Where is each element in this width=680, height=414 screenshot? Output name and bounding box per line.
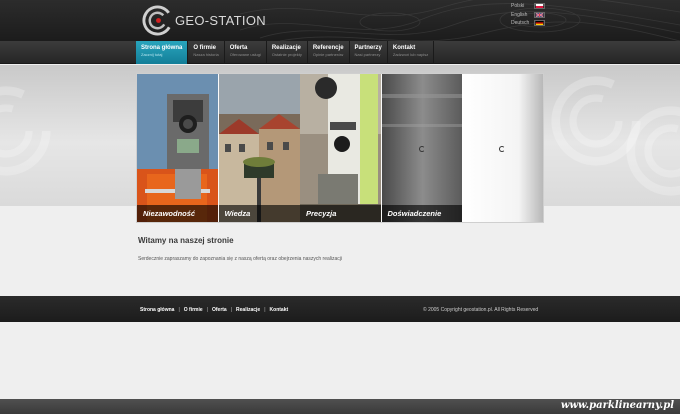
footer-navigation: Strona główna | O firmie | Oferta | Real… [140, 307, 288, 313]
nav-sublabel: Zacznij tutaj [141, 52, 163, 57]
footer-link-oferta[interactable]: Oferta [212, 307, 227, 313]
nav-label: Oferta [229, 45, 248, 51]
main-navigation: Strona główna Zacznij tutaj O firmie Nas… [0, 41, 680, 64]
nav-sublabel: Ostatnie projekty [271, 52, 302, 57]
footer-separator: | [178, 307, 180, 313]
language-english[interactable]: English [511, 11, 545, 19]
slider-caption: Precyzja [300, 205, 381, 222]
footer-link-realizacje[interactable]: Realizacje [236, 307, 260, 313]
nav-item-realizacje[interactable]: Realizacje Ostatnie projekty [267, 41, 308, 64]
loading-spinner-icon [418, 146, 425, 152]
slider-panel-doswiadczenie[interactable]: Doświadczenie [381, 74, 463, 222]
logo-text: GEO-STATION [175, 12, 266, 28]
nav-label: Referencje [312, 45, 344, 51]
language-label: English [511, 11, 528, 18]
nav-sublabel: Nasza historia [193, 52, 219, 57]
footer-link-strona-glowna[interactable]: Strona główna [140, 307, 174, 313]
surveyor-photo [137, 74, 218, 222]
nav-label: Partnerzy [354, 45, 382, 51]
footer-separator: | [230, 307, 233, 313]
slider-caption: Wiedza [218, 205, 300, 222]
geo-station-logo-icon [142, 4, 173, 36]
nav-label: Kontakt [392, 45, 416, 51]
nav-item-strona-glowna[interactable]: Strona główna Zacznij tutaj [136, 41, 189, 64]
slider-caption: Niezawodność [137, 205, 218, 222]
slider-panel-loading[interactable] [462, 74, 543, 222]
nav-item-o-firmie[interactable]: O firmie Nasza historia [188, 41, 225, 64]
nav-item-referencje[interactable]: Referencje Opinie partnerów [308, 41, 350, 64]
copyright-text: © 2005 Copyright geostation.pl. All Righ… [423, 307, 539, 313]
loading-spinner-icon [499, 146, 505, 152]
topographic-pattern [240, 0, 680, 41]
language-deutsch[interactable]: Deutsch [511, 19, 545, 27]
nav-label: Strona główna [141, 45, 183, 51]
nav-item-oferta[interactable]: Oferta Oferowane usługi [225, 41, 267, 64]
slider-caption: Doświadczenie [381, 205, 463, 222]
nav-item-partnerzy[interactable]: Partnerzy Nasi partnerzy [350, 41, 388, 64]
city-rooftops-photo [218, 74, 300, 222]
slider-panel-niezawodnosc[interactable]: Niezawodność [137, 74, 218, 222]
footer-link-o-firmie[interactable]: O firmie [184, 307, 203, 313]
language-switcher: Polski English Deutsch [511, 2, 545, 28]
slider-panel-precyzja[interactable]: Precyzja [300, 74, 381, 222]
slider-panel-wiedza[interactable]: Wiedza [218, 74, 300, 222]
total-station-photo [300, 74, 381, 222]
background-logo-icon [0, 86, 51, 176]
pl-flag-icon [534, 3, 545, 9]
uk-flag-icon [534, 11, 545, 18]
nav-label: Realizacje [271, 45, 301, 51]
footer: Strona główna | O firmie | Oferta | Real… [0, 296, 680, 322]
footer-link-kontakt[interactable]: Kontakt [270, 307, 289, 313]
footer-separator: | [206, 307, 208, 313]
site-logo[interactable]: GEO-STATION [142, 3, 266, 37]
page-title: Witamy na naszej stronie [138, 236, 234, 245]
language-polski[interactable]: Polski [511, 2, 545, 10]
nav-item-kontakt[interactable]: Kontakt Zadzwoń lub napisz [388, 41, 435, 64]
nav-sublabel: Opinie partnerów [312, 52, 344, 57]
bottom-bar: www.parklinearny.pl [0, 399, 680, 414]
image-slider: Niezawodność Wiedza Precyzja Doświadczen… [136, 73, 544, 223]
nav-label: O firmie [193, 45, 217, 51]
nav-sublabel: Zadzwoń lub napisz [392, 52, 429, 57]
welcome-text: Serdecznie zapraszamy do zapoznania się … [138, 256, 342, 262]
background-logo-icon [626, 106, 680, 196]
footer-separator: | [264, 307, 266, 313]
header-bar: GEO-STATION Polski English Deutsch [0, 0, 680, 41]
watermark-text: www.parklinearny.pl [560, 400, 674, 411]
nav-sublabel: Oferowane usługi [229, 52, 261, 57]
language-label: Deutsch [511, 20, 530, 26]
nav-sublabel: Nasi partnerzy [354, 52, 381, 57]
de-flag-icon [534, 20, 545, 26]
language-label: Polski [511, 3, 525, 9]
